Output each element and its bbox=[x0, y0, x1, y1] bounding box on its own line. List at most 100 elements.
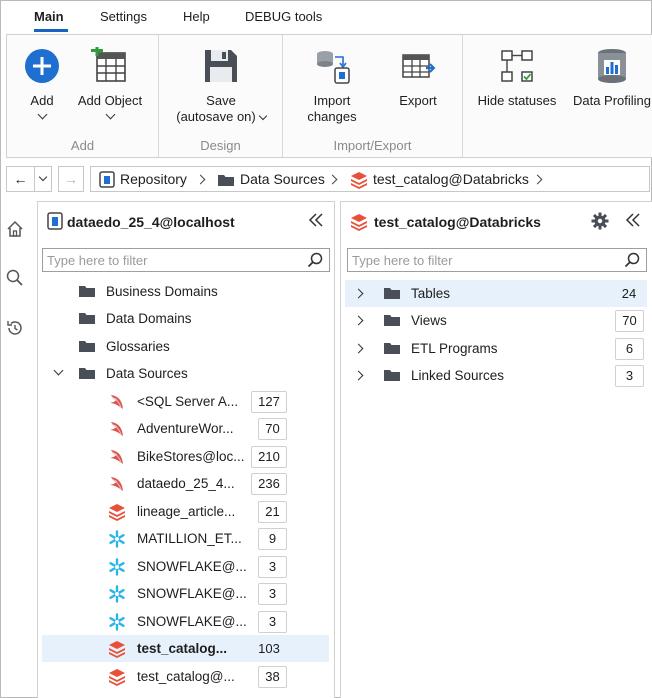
history-dropdown-button[interactable] bbox=[34, 166, 52, 192]
chevron-right-icon[interactable] bbox=[353, 315, 364, 326]
changes-label: changes bbox=[307, 109, 357, 124]
save-button[interactable]: Save (autosave on) bbox=[165, 39, 277, 125]
databricks-icon bbox=[350, 213, 368, 234]
active-tab-indicator bbox=[34, 29, 68, 32]
tab-main[interactable]: Main bbox=[34, 9, 64, 24]
object-count-badge: 3 bbox=[258, 583, 287, 605]
tree-item-source-selected[interactable]: test_catalog... 103 bbox=[42, 635, 329, 662]
tree-item-data-sources[interactable]: Data Sources bbox=[38, 360, 334, 387]
databricks-icon bbox=[108, 503, 126, 521]
search-icon[interactable] bbox=[624, 252, 640, 271]
tree-item-etl-programs[interactable]: ETL Programs 6 bbox=[341, 335, 652, 362]
add-object-label: Add Object bbox=[77, 93, 143, 108]
chevron-right-icon[interactable] bbox=[353, 343, 364, 354]
tree-item-source[interactable]: MATILLION_ET... 9 bbox=[38, 525, 334, 552]
profiling-db-icon bbox=[593, 47, 631, 85]
sqlserver-icon bbox=[108, 420, 126, 438]
ribbon: Add Add Object Add Save (autosave on) De… bbox=[6, 34, 652, 158]
snowflake-icon bbox=[108, 530, 126, 548]
folder-icon bbox=[78, 284, 96, 298]
chevron-down-icon bbox=[37, 109, 47, 120]
add-button[interactable]: Add bbox=[15, 39, 69, 120]
tree-item-source[interactable]: AdventureWor... 70 bbox=[38, 415, 334, 442]
tree-item-label: lineage_article... bbox=[137, 504, 236, 519]
search-icon[interactable] bbox=[5, 268, 25, 288]
tab-help[interactable]: Help bbox=[183, 9, 210, 24]
tree-item-label: SNOWFLAKE@... bbox=[137, 559, 247, 574]
tree-item-source[interactable]: BikeStores@loc... 210 bbox=[38, 443, 334, 470]
home-icon[interactable] bbox=[5, 219, 25, 239]
save-disk-icon bbox=[202, 47, 240, 85]
chevron-right-icon bbox=[195, 174, 206, 185]
tree-item-source[interactable]: SNOWFLAKE@... 3 bbox=[38, 580, 334, 607]
chevron-right-icon[interactable] bbox=[353, 370, 364, 381]
tree-item-source[interactable]: dataedo_25_4... 236 bbox=[38, 470, 334, 497]
object-count-badge: 24 bbox=[621, 286, 637, 301]
chevron-down-icon bbox=[258, 111, 267, 121]
chevron-down-icon[interactable] bbox=[53, 365, 64, 376]
back-arrow-icon: ← bbox=[13, 171, 28, 187]
tree-item-tables[interactable]: Tables 24 bbox=[345, 280, 647, 307]
object-count-badge: 3 bbox=[615, 365, 644, 387]
collapse-panel-icon[interactable] bbox=[307, 212, 325, 228]
ribbon-group-design: Save (autosave on) Design bbox=[159, 35, 283, 157]
folder-icon bbox=[383, 341, 401, 355]
breadcrumb: Repository Data Sources test_catalog@Dat… bbox=[90, 166, 650, 192]
tab-debug-tools[interactable]: DEBUG tools bbox=[245, 9, 322, 24]
object-count-badge: 3 bbox=[258, 611, 287, 633]
hide-statuses-button[interactable]: Hide statuses bbox=[475, 39, 559, 109]
chevron-down-icon bbox=[105, 109, 115, 120]
import-db-icon bbox=[313, 47, 351, 85]
breadcrumb-repository[interactable]: Repository bbox=[120, 171, 187, 187]
tree-item-business-domains[interactable]: Business Domains bbox=[38, 278, 334, 305]
forward-button[interactable]: → bbox=[58, 166, 84, 192]
snowflake-icon bbox=[108, 558, 126, 576]
tree-item-source[interactable]: lineage_article... 21 bbox=[38, 498, 334, 525]
tree-item-views[interactable]: Views 70 bbox=[341, 307, 652, 334]
snowflake-icon bbox=[108, 585, 126, 603]
hide-statuses-label: Hide statuses bbox=[477, 93, 557, 108]
ribbon-group-other: Hide statuses Data Profiling bbox=[463, 35, 652, 157]
tab-settings[interactable]: Settings bbox=[100, 9, 147, 24]
left-filter-box bbox=[42, 248, 330, 272]
tree-item-source[interactable]: <SQL Server A... 127 bbox=[38, 388, 334, 415]
object-count-badge: 38 bbox=[258, 666, 287, 688]
gear-icon[interactable] bbox=[591, 212, 609, 233]
group-label-import-export: Import/Export bbox=[333, 138, 412, 153]
tree-item-label: Data Sources bbox=[106, 366, 188, 381]
navigation-bar: ← → Repository Data Sources test_catalog… bbox=[6, 164, 652, 194]
left-filter-input[interactable] bbox=[43, 249, 299, 271]
search-icon[interactable] bbox=[307, 252, 323, 271]
collapse-panel-icon[interactable] bbox=[624, 212, 642, 228]
back-button[interactable]: ← bbox=[6, 166, 34, 192]
add-object-button[interactable]: Add Object bbox=[73, 39, 147, 120]
left-panel-title: dataedo_25_4@localhost bbox=[67, 214, 235, 230]
breadcrumb-data-sources[interactable]: Data Sources bbox=[240, 171, 325, 187]
tree-item-data-domains[interactable]: Data Domains bbox=[38, 305, 334, 332]
object-count-badge: 127 bbox=[251, 391, 287, 413]
folder-icon bbox=[383, 286, 401, 300]
tree-item-label: <SQL Server A... bbox=[137, 394, 239, 409]
tree-item-source[interactable]: SNOWFLAKE@... 3 bbox=[38, 553, 334, 580]
data-profiling-button[interactable]: Data Profiling bbox=[569, 39, 652, 109]
tree-item-label: Data Domains bbox=[106, 311, 192, 326]
object-count-badge: 9 bbox=[258, 528, 287, 550]
right-filter-input[interactable] bbox=[348, 249, 616, 271]
export-grid-icon bbox=[399, 47, 437, 85]
tree-item-label: AdventureWor... bbox=[137, 421, 234, 436]
breadcrumb-test-catalog[interactable]: test_catalog@Databricks bbox=[373, 171, 529, 187]
tree-item-source[interactable]: SNOWFLAKE@... 3 bbox=[38, 608, 334, 635]
databricks-icon bbox=[108, 668, 126, 686]
tree-item-label: BikeStores@loc... bbox=[137, 449, 245, 464]
tree-item-glossaries[interactable]: Glossaries bbox=[38, 333, 334, 360]
add-button-label: Add bbox=[30, 93, 54, 108]
repository-tree-panel: dataedo_25_4@localhost Business Domains … bbox=[37, 201, 335, 698]
export-button[interactable]: Export bbox=[387, 39, 449, 109]
object-count-badge: 21 bbox=[258, 501, 287, 523]
tree-item-linked-sources[interactable]: Linked Sources 3 bbox=[341, 362, 652, 389]
tree-item-source[interactable]: test_catalog@... 38 bbox=[38, 663, 334, 690]
chevron-right-icon[interactable] bbox=[353, 288, 364, 299]
import-changes-button[interactable]: Import changes bbox=[295, 39, 369, 125]
snowflake-icon bbox=[108, 613, 126, 631]
history-icon[interactable] bbox=[5, 318, 25, 338]
